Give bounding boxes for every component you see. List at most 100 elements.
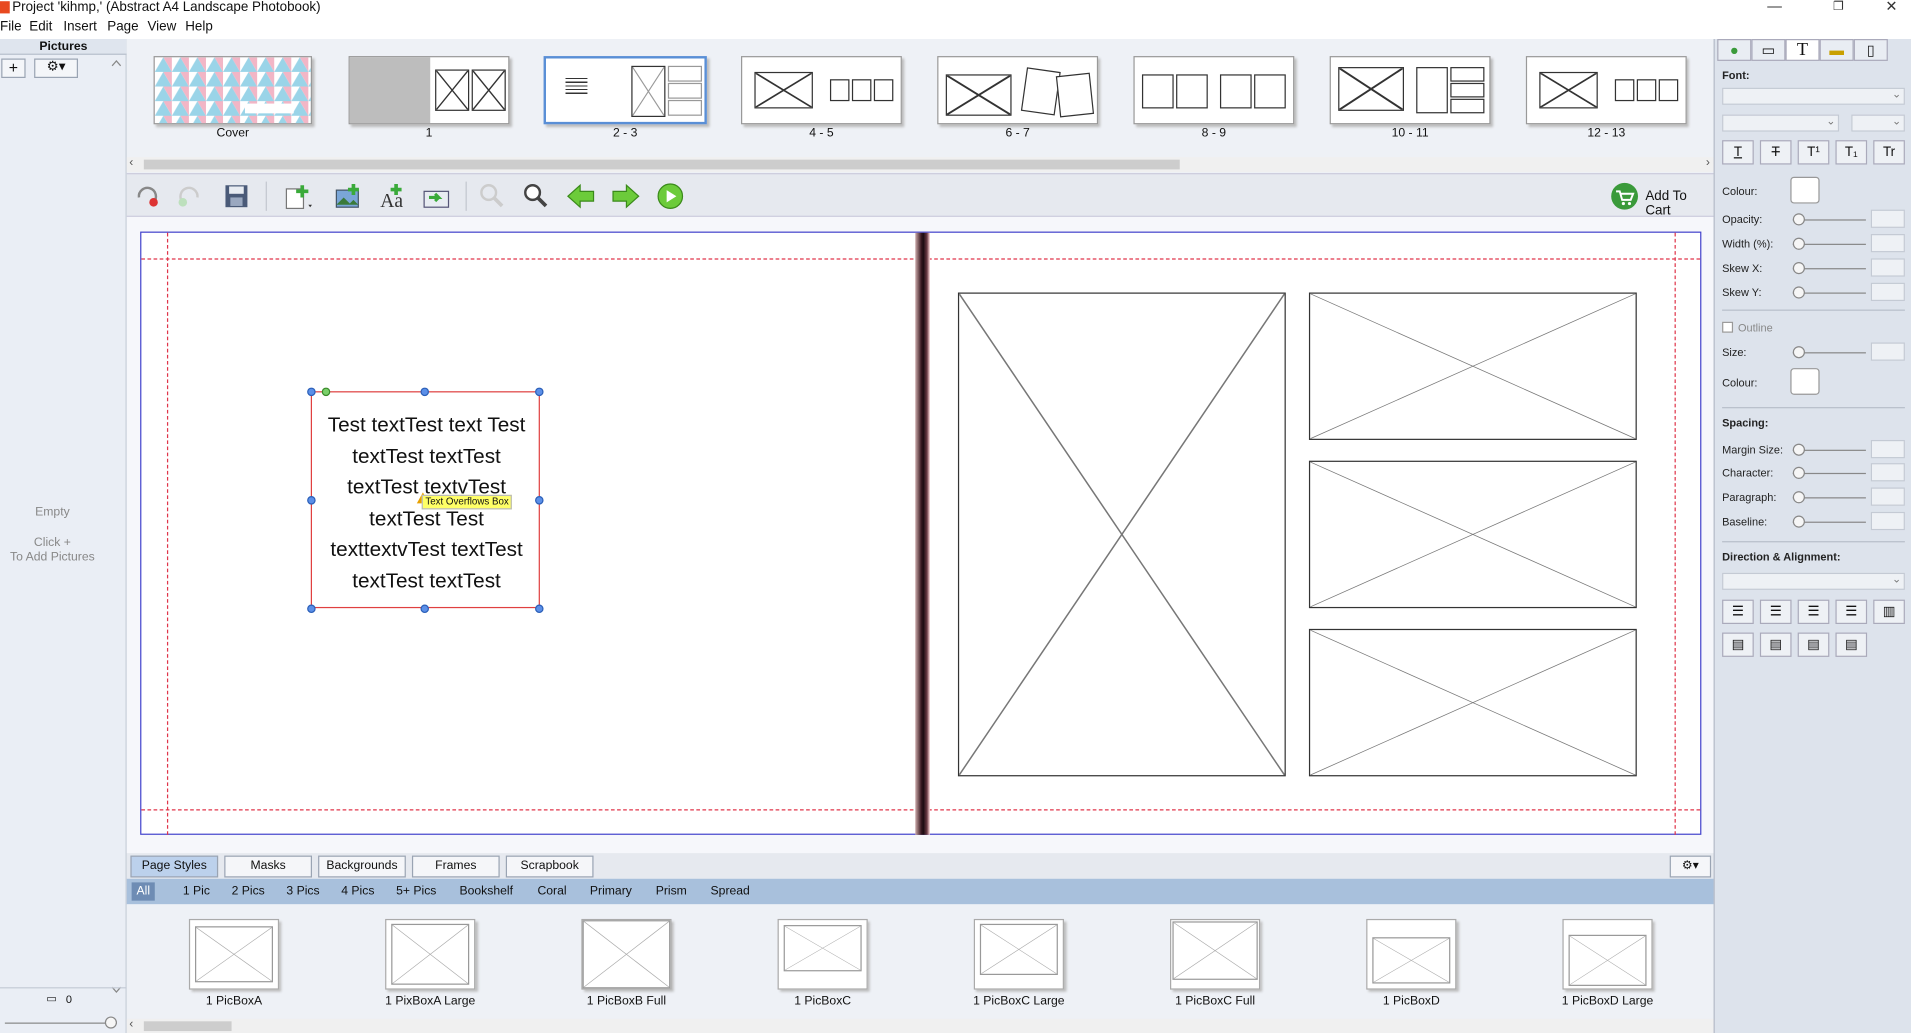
menu-page[interactable]: Page bbox=[107, 20, 138, 35]
style-thumbnail[interactable] bbox=[581, 918, 672, 990]
outline-checkbox[interactable] bbox=[1722, 321, 1734, 333]
filter-3-pics[interactable]: 3 Pics bbox=[282, 882, 325, 900]
valign-top-button[interactable]: ▤ bbox=[1722, 632, 1754, 657]
outline-colour-swatch[interactable] bbox=[1790, 368, 1820, 395]
outline-size-slider-knob[interactable] bbox=[1792, 346, 1805, 359]
tab-page-properties[interactable]: ▯ bbox=[1853, 39, 1888, 61]
page-spread[interactable]: Test textTest text Test textTest textTes… bbox=[140, 231, 1702, 835]
align-justify-button[interactable]: ☰ bbox=[1835, 599, 1868, 624]
resize-handle-sw[interactable] bbox=[307, 604, 316, 614]
redo-button[interactable] bbox=[176, 183, 205, 210]
scroll-left-icon[interactable]: ‹ bbox=[129, 156, 133, 169]
font-family-select[interactable]: ⌄ bbox=[1722, 87, 1905, 105]
next-page-button[interactable] bbox=[609, 183, 640, 210]
underline-button[interactable]: T bbox=[1722, 140, 1754, 165]
tab-frames[interactable]: Frames bbox=[411, 855, 500, 878]
filter-1-pic[interactable]: 1 Pic bbox=[178, 882, 215, 900]
tab-text-properties[interactable]: T bbox=[1785, 39, 1820, 61]
resize-handle-n[interactable] bbox=[420, 387, 429, 397]
tab-masks[interactable]: Masks bbox=[224, 855, 312, 878]
menu-view[interactable]: View bbox=[147, 20, 176, 35]
baseline-slider-knob[interactable] bbox=[1792, 515, 1805, 528]
add-picture-box-button[interactable] bbox=[334, 183, 363, 210]
filter-5plus-pics[interactable]: 5+ Pics bbox=[391, 882, 441, 900]
character-spacing-input[interactable] bbox=[1870, 463, 1905, 482]
direction-select[interactable]: ⌄ bbox=[1722, 572, 1905, 590]
resize-handle-w[interactable] bbox=[307, 496, 316, 505]
pages-scrollbar[interactable]: ‹ › bbox=[126, 156, 1714, 172]
style-thumbnail[interactable] bbox=[1170, 918, 1261, 990]
align-center-button[interactable]: ☰ bbox=[1759, 599, 1792, 624]
outline-size-input[interactable] bbox=[1870, 342, 1905, 361]
page-thumbnail-1[interactable] bbox=[348, 56, 510, 125]
styles-scroll-thumb[interactable] bbox=[143, 1021, 232, 1032]
scroll-right-icon[interactable]: › bbox=[1706, 156, 1710, 169]
align-left-button[interactable]: ☰ bbox=[1722, 599, 1754, 624]
style-thumbnail[interactable] bbox=[188, 918, 280, 990]
save-button[interactable] bbox=[222, 183, 251, 210]
font-style-select[interactable]: ⌄ bbox=[1722, 114, 1840, 132]
resize-handle-s[interactable] bbox=[420, 604, 429, 614]
skew-x-input[interactable] bbox=[1870, 258, 1905, 277]
add-to-cart-button[interactable]: Add To Cart bbox=[1609, 182, 1711, 218]
rotate-handle[interactable] bbox=[321, 387, 331, 397]
filter-4-pics[interactable]: 4 Pics bbox=[336, 882, 379, 900]
page-thumbnail-2-3[interactable] bbox=[543, 56, 707, 125]
menu-help[interactable]: Help bbox=[185, 20, 213, 35]
style-thumbnail[interactable] bbox=[1562, 918, 1653, 990]
style-thumbnail[interactable] bbox=[973, 918, 1064, 990]
menu-edit[interactable]: Edit bbox=[29, 20, 52, 35]
align-right-button[interactable]: ☰ bbox=[1797, 599, 1830, 624]
paragraph-spacing-slider-knob[interactable] bbox=[1792, 491, 1805, 504]
margin-size-slider-knob[interactable] bbox=[1792, 443, 1805, 456]
resize-handle-se[interactable] bbox=[535, 604, 544, 614]
tab-backgrounds[interactable]: Backgrounds bbox=[318, 855, 406, 878]
zoom-slider-knob[interactable] bbox=[104, 1016, 117, 1029]
zoom-in-button[interactable] bbox=[522, 183, 551, 210]
filter-2-pics[interactable]: 2 Pics bbox=[227, 882, 270, 900]
tab-frame-properties[interactable]: ▭ bbox=[1751, 39, 1786, 61]
undo-button[interactable] bbox=[132, 183, 161, 210]
paragraph-spacing-input[interactable] bbox=[1870, 487, 1905, 506]
style-thumbnail[interactable] bbox=[1366, 918, 1457, 990]
tab-scrapbook[interactable]: Scrapbook bbox=[505, 855, 594, 878]
margin-size-input[interactable] bbox=[1870, 439, 1905, 459]
opacity-input[interactable] bbox=[1870, 209, 1905, 228]
add-page-button[interactable] bbox=[283, 183, 312, 210]
font-size-select[interactable]: ⌄ bbox=[1851, 114, 1905, 132]
scroll-left-icon[interactable]: ‹ bbox=[129, 1018, 133, 1031]
valign-bottom-button[interactable]: ▤ bbox=[1797, 632, 1830, 657]
columns-button[interactable]: ▥ bbox=[1873, 599, 1905, 624]
opacity-slider-knob[interactable] bbox=[1792, 213, 1805, 226]
add-clipart-button[interactable] bbox=[422, 183, 451, 210]
skew-y-input[interactable] bbox=[1870, 282, 1905, 302]
page-thumbnail-8-9[interactable] bbox=[1133, 56, 1295, 125]
pages-scroll-thumb[interactable] bbox=[143, 159, 1180, 170]
tab-ruler-properties[interactable]: ▬ bbox=[1819, 39, 1854, 61]
pictures-scrollbar[interactable] bbox=[108, 56, 124, 994]
tab-page-styles[interactable]: Page Styles bbox=[130, 855, 219, 878]
page-thumbnail-10-11[interactable] bbox=[1329, 56, 1491, 125]
restore-icon[interactable]: ❐ bbox=[1833, 0, 1844, 13]
page-thumbnail-4-5[interactable] bbox=[741, 56, 902, 125]
menu-insert[interactable]: Insert bbox=[63, 20, 97, 35]
resize-handle-nw[interactable] bbox=[307, 387, 316, 397]
tab-picture-properties[interactable]: ● bbox=[1717, 39, 1752, 61]
minimize-icon[interactable]: — bbox=[1767, 0, 1782, 15]
strikethrough-button[interactable]: T bbox=[1759, 140, 1792, 165]
add-text-button[interactable]: Aa bbox=[378, 183, 407, 212]
style-thumbnail[interactable] bbox=[385, 918, 476, 990]
page-thumbnail-6-7[interactable] bbox=[937, 56, 1099, 125]
preview-button[interactable] bbox=[656, 183, 685, 210]
library-settings-button[interactable]: ⚙▾ bbox=[1669, 855, 1712, 878]
previous-page-button[interactable] bbox=[566, 183, 595, 210]
filter-primary[interactable]: Primary bbox=[585, 882, 637, 900]
superscript-button[interactable]: T¹ bbox=[1797, 140, 1830, 165]
skew-y-slider-knob[interactable] bbox=[1792, 286, 1805, 299]
picture-box-bottom[interactable] bbox=[1308, 628, 1637, 777]
zoom-slider[interactable] bbox=[4, 1022, 117, 1024]
clear-format-button[interactable]: Tr bbox=[1873, 140, 1905, 165]
page-thumbnail-12-13[interactable] bbox=[1525, 56, 1687, 125]
text-colour-swatch[interactable] bbox=[1790, 176, 1820, 204]
valign-middle-button[interactable]: ▤ bbox=[1759, 632, 1792, 657]
